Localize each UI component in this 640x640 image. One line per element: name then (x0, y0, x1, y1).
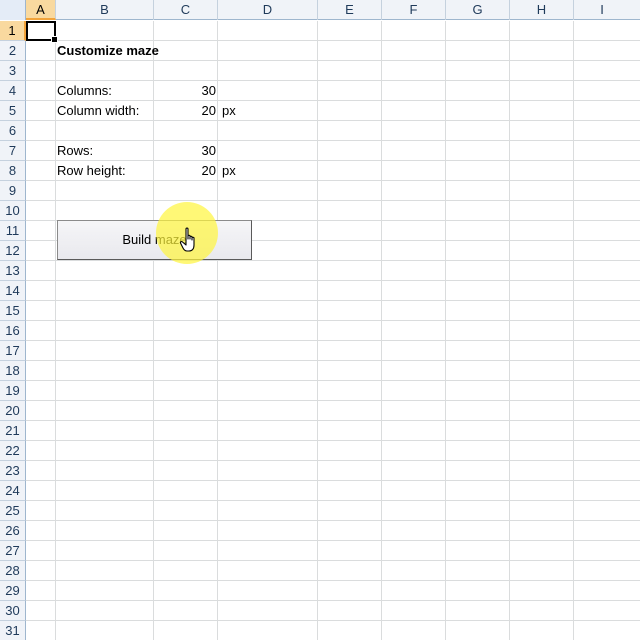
column-header-f[interactable]: F (382, 0, 446, 20)
gridline-vertical (573, 21, 574, 640)
select-all-corner[interactable] (0, 0, 26, 20)
row-height-value[interactable]: 20 (155, 161, 216, 181)
column-header-g[interactable]: G (446, 0, 510, 20)
gridline-horizontal (26, 580, 640, 581)
cell-grid[interactable]: Customize maze Columns: 30 Column width:… (26, 21, 640, 640)
row-header-11[interactable]: 11 (0, 221, 26, 241)
gridline-vertical (509, 21, 510, 640)
gridline-horizontal (26, 340, 640, 341)
gridline-horizontal (26, 560, 640, 561)
columns-label: Columns: (57, 83, 112, 98)
gridline-horizontal (26, 200, 640, 201)
row-header-10[interactable]: 10 (0, 201, 26, 221)
column-header-h[interactable]: H (510, 0, 574, 20)
column-header-e[interactable]: E (318, 0, 382, 20)
gridline-horizontal (26, 420, 640, 421)
row-header-6[interactable]: 6 (0, 121, 26, 141)
gridline-horizontal (26, 440, 640, 441)
row-header-12[interactable]: 12 (0, 241, 26, 261)
row-header-24[interactable]: 24 (0, 481, 26, 501)
row-header-5[interactable]: 5 (0, 101, 26, 121)
row-header-31[interactable]: 31 (0, 621, 26, 640)
row-header-8[interactable]: 8 (0, 161, 26, 181)
spreadsheet: A B C D E F G H I 1 2 3 4 5 6 7 8 9 10 11 12 13 14 15 1… (0, 0, 640, 640)
row-header-21[interactable]: 21 (0, 421, 26, 441)
row-header-17[interactable]: 17 (0, 341, 26, 361)
row-header-18[interactable]: 18 (0, 361, 26, 381)
row-header-16[interactable]: 16 (0, 321, 26, 341)
row-header-27[interactable]: 27 (0, 541, 26, 561)
column-width-label: Column width: (57, 103, 140, 118)
row-header-23[interactable]: 23 (0, 461, 26, 481)
active-cell-a1[interactable] (26, 21, 58, 43)
column-header-d[interactable]: D (218, 0, 318, 20)
row-header-3[interactable]: 3 (0, 61, 26, 81)
row-header-20[interactable]: 20 (0, 401, 26, 421)
column-width-value[interactable]: 20 (155, 101, 216, 121)
column-header-b[interactable]: B (56, 0, 154, 20)
row-header-30[interactable]: 30 (0, 601, 26, 621)
row-header-19[interactable]: 19 (0, 381, 26, 401)
gridline-vertical (153, 21, 154, 640)
gridline-horizontal (26, 600, 640, 601)
gridline-horizontal (26, 540, 640, 541)
gridline-horizontal (26, 140, 640, 141)
row-header-2[interactable]: 2 (0, 41, 26, 61)
gridline-horizontal (26, 280, 640, 281)
row-headers: 1 2 3 4 5 6 7 8 9 10 11 12 13 14 15 16 17 18 19 20 21 22 23 24 2… (0, 21, 26, 640)
rows-label: Rows: (57, 143, 94, 158)
columns-value[interactable]: 30 (155, 81, 216, 101)
row-header-14[interactable]: 14 (0, 281, 26, 301)
row-header-7[interactable]: 7 (0, 141, 26, 161)
row-header-22[interactable]: 22 (0, 441, 26, 461)
gridline-horizontal (26, 460, 640, 461)
maze-title: Customize maze (57, 43, 159, 58)
gridline-horizontal (26, 360, 640, 361)
gridline-vertical (381, 21, 382, 640)
gridline-horizontal (26, 500, 640, 501)
row-height-unit: px (222, 163, 236, 178)
column-header-i[interactable]: I (574, 0, 630, 20)
row-header-29[interactable]: 29 (0, 581, 26, 601)
row-header-15[interactable]: 15 (0, 301, 26, 321)
gridline-vertical (317, 21, 318, 640)
row-header-28[interactable]: 28 (0, 561, 26, 581)
gridline-horizontal (26, 480, 640, 481)
rows-value[interactable]: 30 (155, 141, 216, 161)
column-header-c[interactable]: C (154, 0, 218, 20)
gridline-horizontal (26, 400, 640, 401)
row-header-25[interactable]: 25 (0, 501, 26, 521)
row-header-4[interactable]: 4 (0, 81, 26, 101)
gridline-horizontal (26, 300, 640, 301)
row-height-label: Row height: (57, 163, 126, 178)
column-header-a[interactable]: A (26, 0, 56, 20)
gridline-horizontal (26, 520, 640, 521)
row-header-9[interactable]: 9 (0, 181, 26, 201)
gridline-horizontal (26, 380, 640, 381)
build-maze-button[interactable]: Build maze (57, 220, 252, 260)
gridline-vertical (55, 21, 56, 640)
gridline-horizontal (26, 620, 640, 621)
column-headers: A B C D E F G H I (0, 0, 640, 20)
column-width-unit: px (222, 103, 236, 118)
row-header-13[interactable]: 13 (0, 261, 26, 281)
gridline-vertical (445, 21, 446, 640)
gridline-horizontal (26, 320, 640, 321)
gridline-horizontal (26, 260, 640, 261)
row-header-1[interactable]: 1 (0, 21, 26, 41)
gridline-vertical (217, 21, 218, 640)
row-header-26[interactable]: 26 (0, 521, 26, 541)
gridline-horizontal (26, 80, 640, 81)
